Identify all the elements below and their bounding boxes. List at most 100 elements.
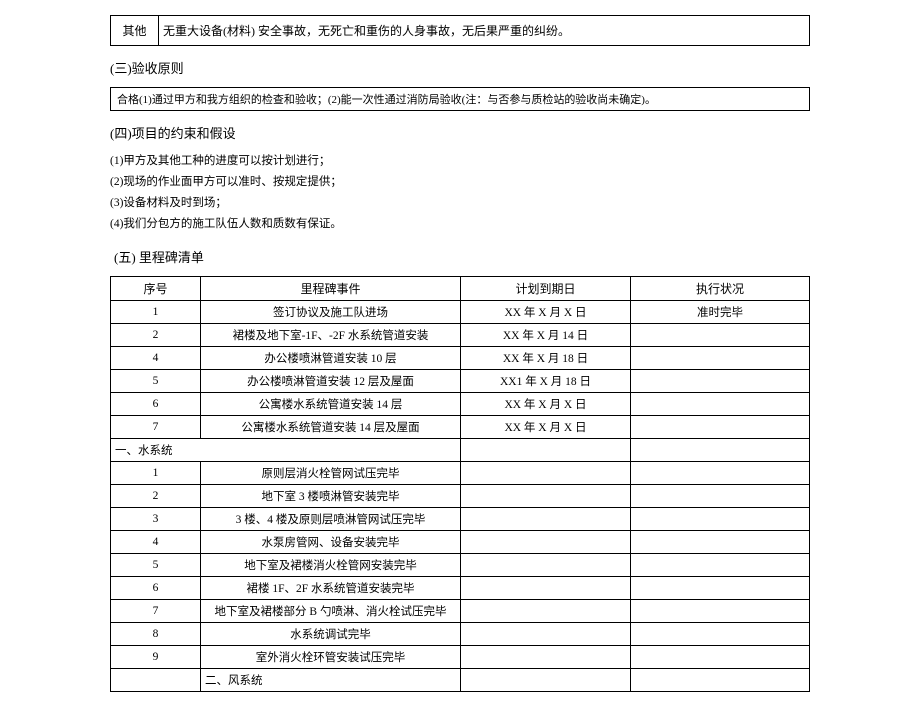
table-cell: 签订协议及施工队进场 bbox=[201, 301, 461, 324]
table-cell: 6 bbox=[111, 577, 201, 600]
other-content: 无重大设备(材料) 安全事故，无死亡和重伤的人身事故，无后果严重的纠纷。 bbox=[159, 16, 809, 45]
acceptance-principle-box: 合格(1)通过甲方和我方组织的检查和验收；(2)能一次性通过消防局验收(注：与否… bbox=[110, 87, 810, 111]
table-cell bbox=[461, 554, 631, 577]
assumptions-list: (1)甲方及其他工种的进度可以按计划进行； (2)现场的作业面甲方可以准时、按规… bbox=[110, 152, 810, 231]
empty-cell bbox=[111, 669, 201, 692]
table-cell bbox=[631, 577, 810, 600]
table-cell bbox=[631, 623, 810, 646]
table-cell: 1 bbox=[111, 301, 201, 324]
table-cell bbox=[631, 508, 810, 531]
assumption-item: (4)我们分包方的施工队伍人数和质数有保证。 bbox=[110, 215, 810, 231]
table-cell: 4 bbox=[111, 347, 201, 370]
table-cell: XX 年 X 月 14 日 bbox=[461, 324, 631, 347]
group-b-label: 二、风系统 bbox=[201, 669, 461, 692]
table-cell: 9 bbox=[111, 646, 201, 669]
table-cell bbox=[631, 485, 810, 508]
table-cell: 4 bbox=[111, 531, 201, 554]
table-row: 5地下室及裙楼消火栓管网安装完毕 bbox=[111, 554, 810, 577]
empty-cell bbox=[461, 669, 631, 692]
table-cell bbox=[631, 324, 810, 347]
table-row: 6公寓楼水系统管道安装 14 层XX 年 X 月 X 日 bbox=[111, 393, 810, 416]
th-date: 计划到期日 bbox=[461, 277, 631, 301]
table-cell: 7 bbox=[111, 416, 201, 439]
table-cell bbox=[631, 393, 810, 416]
table-cell bbox=[461, 600, 631, 623]
section-4-title: (四)项目的约束和假设 bbox=[110, 123, 810, 142]
empty-cell bbox=[631, 439, 810, 462]
table-cell: XX 年 X 月 X 日 bbox=[461, 301, 631, 324]
assumption-item: (1)甲方及其他工种的进度可以按计划进行； bbox=[110, 152, 810, 168]
table-row: 33 楼、4 楼及原则层喷淋管网试压完毕 bbox=[111, 508, 810, 531]
table-cell bbox=[461, 577, 631, 600]
table-cell: XX1 年 X 月 18 日 bbox=[461, 370, 631, 393]
table-cell bbox=[461, 646, 631, 669]
group-b-row: 二、风系统 bbox=[111, 669, 810, 692]
table-cell bbox=[631, 531, 810, 554]
table-row: 7地下室及裙楼部分 B 勺喷淋、消火栓试压完毕 bbox=[111, 600, 810, 623]
table-cell: 室外消火栓环管安装试压完毕 bbox=[201, 646, 461, 669]
milestone-water-body: 1原则层消火栓管网试压完毕2地下室 3 楼喷淋管安装完毕33 楼、4 楼及原则层… bbox=[111, 462, 810, 669]
table-cell: XX 年 X 月 X 日 bbox=[461, 416, 631, 439]
table-row: 7公寓楼水系统管道安装 14 层及屋面XX 年 X 月 X 日 bbox=[111, 416, 810, 439]
th-status: 执行状况 bbox=[631, 277, 810, 301]
table-row: 2裙楼及地下室-1F、-2F 水系统管道安装XX 年 X 月 14 日 bbox=[111, 324, 810, 347]
table-cell: XX 年 X 月 X 日 bbox=[461, 393, 631, 416]
table-cell: 地下室及裙楼部分 B 勺喷淋、消火栓试压完毕 bbox=[201, 600, 461, 623]
empty-cell bbox=[631, 669, 810, 692]
table-cell: 公寓楼水系统管道安装 14 层 bbox=[201, 393, 461, 416]
table-cell: 1 bbox=[111, 462, 201, 485]
table-cell bbox=[631, 554, 810, 577]
table-cell bbox=[461, 531, 631, 554]
table-cell: XX 年 X 月 18 日 bbox=[461, 347, 631, 370]
table-cell bbox=[461, 485, 631, 508]
milestone-top-body: 1签订协议及施工队进场XX 年 X 月 X 日准时完毕2裙楼及地下室-1F、-2… bbox=[111, 301, 810, 439]
table-cell: 2 bbox=[111, 324, 201, 347]
table-cell: 办公楼喷淋管道安装 10 层 bbox=[201, 347, 461, 370]
table-cell: 准时完毕 bbox=[631, 301, 810, 324]
assumption-item: (2)现场的作业面甲方可以准时、按规定提供； bbox=[110, 173, 810, 189]
table-cell bbox=[631, 370, 810, 393]
table-row: 4水泵房管网、设备安装完毕 bbox=[111, 531, 810, 554]
table-cell: 2 bbox=[111, 485, 201, 508]
table-row: 5办公楼喷淋管道安装 12 层及屋面XX1 年 X 月 18 日 bbox=[111, 370, 810, 393]
table-cell bbox=[631, 600, 810, 623]
milestone-table: 序号 里程碑事件 计划到期日 执行状况 1签订协议及施工队进场XX 年 X 月 … bbox=[110, 276, 810, 692]
table-cell: 地下室及裙楼消火栓管网安装完毕 bbox=[201, 554, 461, 577]
th-event: 里程碑事件 bbox=[201, 277, 461, 301]
table-cell: 水泵房管网、设备安装完毕 bbox=[201, 531, 461, 554]
other-info-box: 其他 无重大设备(材料) 安全事故，无死亡和重伤的人身事故，无后果严重的纠纷。 bbox=[110, 15, 810, 46]
group-a-label: 一、水系统 bbox=[111, 439, 461, 462]
table-cell bbox=[461, 508, 631, 531]
table-cell: 地下室 3 楼喷淋管安装完毕 bbox=[201, 485, 461, 508]
table-row: 2地下室 3 楼喷淋管安装完毕 bbox=[111, 485, 810, 508]
table-cell bbox=[631, 416, 810, 439]
table-cell bbox=[461, 462, 631, 485]
table-cell: 裙楼及地下室-1F、-2F 水系统管道安装 bbox=[201, 324, 461, 347]
table-cell: 7 bbox=[111, 600, 201, 623]
table-cell: 3 bbox=[111, 508, 201, 531]
table-cell bbox=[631, 347, 810, 370]
table-row: 1签订协议及施工队进场XX 年 X 月 X 日准时完毕 bbox=[111, 301, 810, 324]
th-seq: 序号 bbox=[111, 277, 201, 301]
table-header-row: 序号 里程碑事件 计划到期日 执行状况 bbox=[111, 277, 810, 301]
table-row: 8水系统调试完毕 bbox=[111, 623, 810, 646]
table-row: 4办公楼喷淋管道安装 10 层XX 年 X 月 18 日 bbox=[111, 347, 810, 370]
table-cell bbox=[631, 462, 810, 485]
section-3-title: (三)验收原则 bbox=[110, 58, 810, 77]
assumption-item: (3)设备材料及时到场； bbox=[110, 194, 810, 210]
table-cell bbox=[461, 623, 631, 646]
table-cell bbox=[631, 646, 810, 669]
table-cell: 8 bbox=[111, 623, 201, 646]
table-cell: 3 楼、4 楼及原则层喷淋管网试压完毕 bbox=[201, 508, 461, 531]
table-cell: 办公楼喷淋管道安装 12 层及屋面 bbox=[201, 370, 461, 393]
table-cell: 水系统调试完毕 bbox=[201, 623, 461, 646]
table-cell: 裙楼 1F、2F 水系统管道安装完毕 bbox=[201, 577, 461, 600]
table-row: 9室外消火栓环管安装试压完毕 bbox=[111, 646, 810, 669]
empty-cell bbox=[461, 439, 631, 462]
table-row: 1原则层消火栓管网试压完毕 bbox=[111, 462, 810, 485]
table-cell: 原则层消火栓管网试压完毕 bbox=[201, 462, 461, 485]
other-label: 其他 bbox=[111, 16, 159, 45]
table-row: 6裙楼 1F、2F 水系统管道安装完毕 bbox=[111, 577, 810, 600]
table-cell: 公寓楼水系统管道安装 14 层及屋面 bbox=[201, 416, 461, 439]
table-cell: 5 bbox=[111, 370, 201, 393]
